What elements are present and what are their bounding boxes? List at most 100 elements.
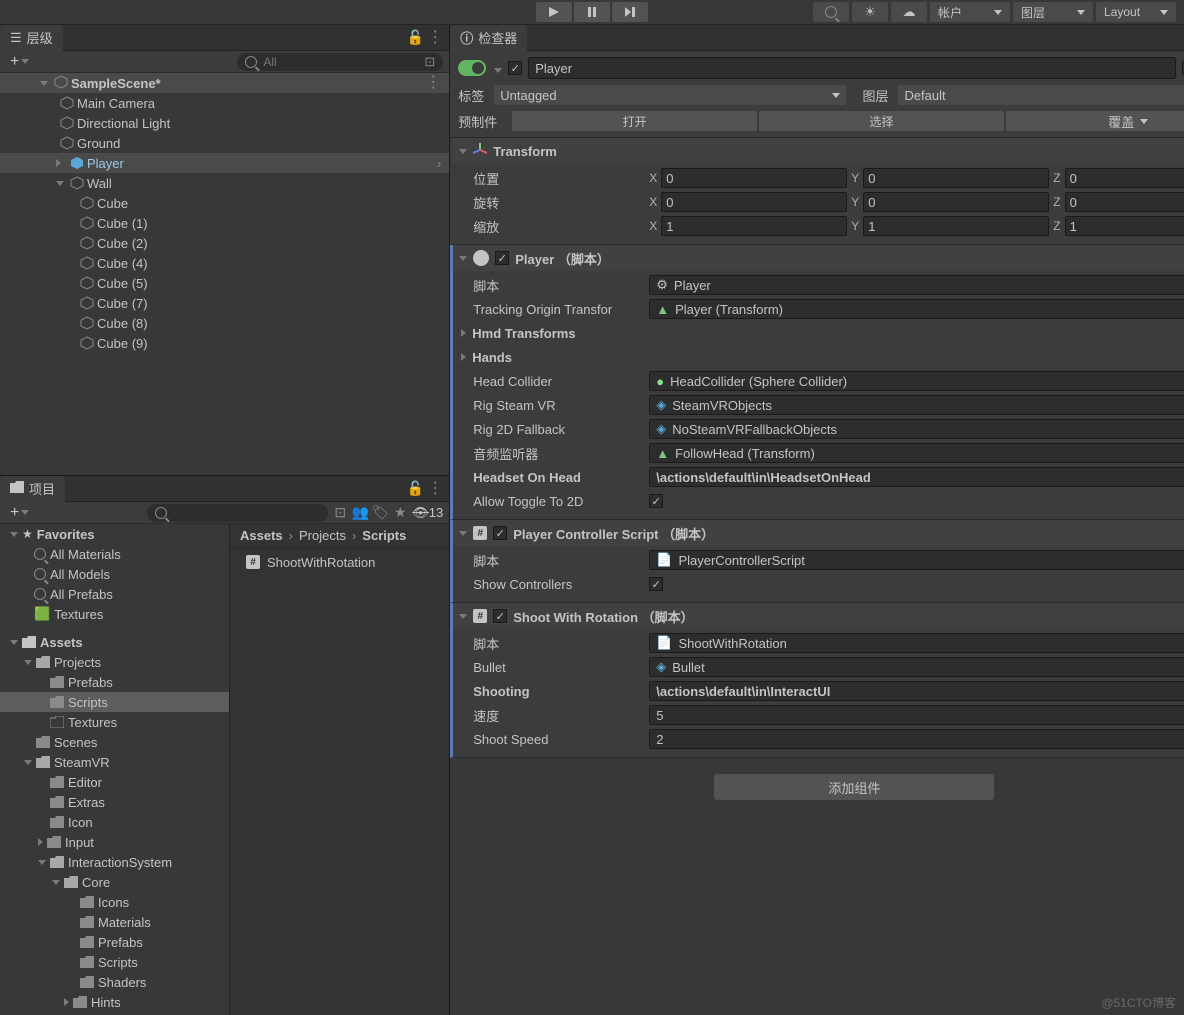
fav-item[interactable]: 🟩Textures xyxy=(0,604,229,624)
show-controllers-checkbox[interactable] xyxy=(649,577,663,591)
hierarchy-item[interactable]: Main Camera xyxy=(0,93,449,113)
scene-row[interactable]: SampleScene* ⋮ xyxy=(0,73,449,93)
tree-item[interactable]: Scripts xyxy=(0,952,229,972)
shoot-speed-input[interactable]: 2 xyxy=(649,729,1184,749)
tag-dropdown[interactable]: Untagged xyxy=(494,85,846,105)
tree-item[interactable]: Icon xyxy=(0,812,229,832)
rig-steam-field[interactable]: ◈SteamVRObjects xyxy=(649,395,1184,415)
pos-z-input[interactable] xyxy=(1065,168,1184,188)
tree-item[interactable]: Input xyxy=(0,832,229,852)
tree-item[interactable]: Projects xyxy=(0,652,229,672)
hierarchy-item[interactable]: Cube (5) xyxy=(0,273,449,293)
tree-item[interactable]: Prefabs xyxy=(0,932,229,952)
tracking-field[interactable]: ▲Player (Transform) xyxy=(649,299,1184,319)
component-enabled-checkbox[interactable] xyxy=(493,609,507,623)
file-item[interactable]: # ShootWithRotation xyxy=(238,552,441,572)
hierarchy-item[interactable]: Cube xyxy=(0,193,449,213)
tree-item[interactable]: Core xyxy=(0,872,229,892)
create-button[interactable] xyxy=(6,53,33,71)
layer-dropdown[interactable]: Default xyxy=(898,85,1184,105)
head-collider-field[interactable]: ●HeadCollider (Sphere Collider) xyxy=(649,371,1184,391)
tree-item[interactable]: Extras xyxy=(0,792,229,812)
hierarchy-search[interactable]: ⊡ xyxy=(237,53,443,71)
step-button[interactable] xyxy=(612,2,648,22)
tree-item[interactable]: Shaders xyxy=(0,972,229,992)
active-toggle[interactable] xyxy=(458,60,486,76)
hierarchy-item[interactable]: Cube (1) xyxy=(0,213,449,233)
breadcrumb-item[interactable]: Scripts xyxy=(362,528,406,543)
tree-item[interactable]: Materials xyxy=(0,912,229,932)
cloud-button[interactable]: ☁ xyxy=(891,2,927,22)
lighting-button[interactable]: ☀ xyxy=(852,2,888,22)
hierarchy-item-player[interactable]: Player› xyxy=(0,153,449,173)
favorites-row[interactable]: ★Favorites xyxy=(0,524,229,544)
enabled-checkbox[interactable] xyxy=(508,61,522,75)
star-icon[interactable]: ★ xyxy=(392,505,408,521)
tree-item[interactable]: Hints xyxy=(0,992,229,1012)
prefab-open-button[interactable]: 打开 xyxy=(512,111,757,131)
rig-2d-field[interactable]: ◈NoSteamVRFallbackObjects xyxy=(649,419,1184,439)
pos-x-input[interactable] xyxy=(661,168,847,188)
menu-icon[interactable]: ⋮ xyxy=(427,481,443,497)
speed-input[interactable]: 5 xyxy=(649,705,1184,725)
play-button[interactable] xyxy=(536,2,572,22)
assets-row[interactable]: Assets xyxy=(0,632,229,652)
prefab-override-button[interactable]: 覆盖 xyxy=(1006,111,1184,131)
expand-icon[interactable]: ⊡ xyxy=(332,505,348,521)
hidden-count[interactable]: 👁13 xyxy=(412,505,443,521)
tag-icon[interactable]: 🏷 xyxy=(372,505,388,521)
scl-x-input[interactable] xyxy=(661,216,847,236)
shooting-field[interactable]: \actions\default\in\InteractUI xyxy=(649,681,1184,701)
scene-menu-icon[interactable]: ⋮ xyxy=(425,75,441,91)
bullet-field[interactable]: ◈Bullet xyxy=(649,657,1184,677)
tree-item-scripts[interactable]: Scripts xyxy=(0,692,229,712)
hierarchy-tab[interactable]: ☰ 层级 xyxy=(0,25,63,51)
add-component-button[interactable]: 添加组件 xyxy=(714,774,994,800)
player-script-header[interactable]: Player （脚本） ?⇄⋮ xyxy=(453,245,1184,271)
allow-toggle-checkbox[interactable] xyxy=(649,494,663,508)
layers-dropdown[interactable]: 图层 xyxy=(1013,2,1093,22)
inspector-tab[interactable]: ⓘ 检查器 xyxy=(450,25,527,51)
controller-script-header[interactable]: # Player Controller Script （脚本） ?⇄⋮ xyxy=(453,520,1184,546)
lock-icon[interactable]: 🔓 xyxy=(407,30,423,46)
hierarchy-item[interactable]: Cube (8) xyxy=(0,313,449,333)
scl-z-input[interactable] xyxy=(1065,216,1184,236)
fav-item[interactable]: All Models xyxy=(0,564,229,584)
search-button[interactable] xyxy=(813,2,849,22)
hmd-transforms-foldout[interactable]: Hmd Transforms2 xyxy=(461,321,1184,345)
project-search[interactable] xyxy=(147,504,328,522)
tree-item[interactable]: Textures xyxy=(0,712,229,732)
hierarchy-item[interactable]: Ground xyxy=(0,133,449,153)
pause-button[interactable] xyxy=(574,2,610,22)
prefab-select-button[interactable]: 选择 xyxy=(759,111,1004,131)
people-icon[interactable]: 👥 xyxy=(352,505,368,521)
scl-y-input[interactable] xyxy=(863,216,1049,236)
rot-y-input[interactable] xyxy=(863,192,1049,212)
menu-icon[interactable]: ⋮ xyxy=(427,30,443,46)
shoot-script-header[interactable]: # Shoot With Rotation （脚本） ?⇄⋮ xyxy=(453,603,1184,629)
account-dropdown[interactable]: 帐户 xyxy=(930,2,1010,22)
hierarchy-item-wall[interactable]: Wall xyxy=(0,173,449,193)
hierarchy-item[interactable]: Cube (7) xyxy=(0,293,449,313)
search-expand-icon[interactable]: ⊡ xyxy=(424,54,435,70)
hierarchy-item[interactable]: Directional Light xyxy=(0,113,449,133)
pos-y-input[interactable] xyxy=(863,168,1049,188)
hierarchy-item[interactable]: Cube (2) xyxy=(0,233,449,253)
breadcrumb-item[interactable]: Assets xyxy=(240,528,283,543)
breadcrumb-item[interactable]: Projects xyxy=(299,528,346,543)
hands-foldout[interactable]: Hands3 xyxy=(461,345,1184,369)
tree-item[interactable]: Scenes xyxy=(0,732,229,752)
tree-item[interactable]: Icons xyxy=(0,892,229,912)
fav-item[interactable]: All Prefabs xyxy=(0,584,229,604)
component-enabled-checkbox[interactable] xyxy=(493,526,507,540)
audio-field[interactable]: ▲FollowHead (Transform) xyxy=(649,443,1184,463)
project-tab[interactable]: 项目 xyxy=(0,476,65,502)
lock-icon[interactable]: 🔓 xyxy=(407,481,423,497)
hierarchy-item[interactable]: Cube (9) xyxy=(0,333,449,353)
object-name-input[interactable]: Player xyxy=(528,57,1175,79)
hierarchy-search-input[interactable] xyxy=(263,55,418,69)
hierarchy-item[interactable]: Cube (4) xyxy=(0,253,449,273)
component-enabled-checkbox[interactable] xyxy=(495,251,509,265)
transform-header[interactable]: Transform ?⇄⋮ xyxy=(453,138,1184,164)
layout-dropdown[interactable]: Layout xyxy=(1096,2,1176,22)
